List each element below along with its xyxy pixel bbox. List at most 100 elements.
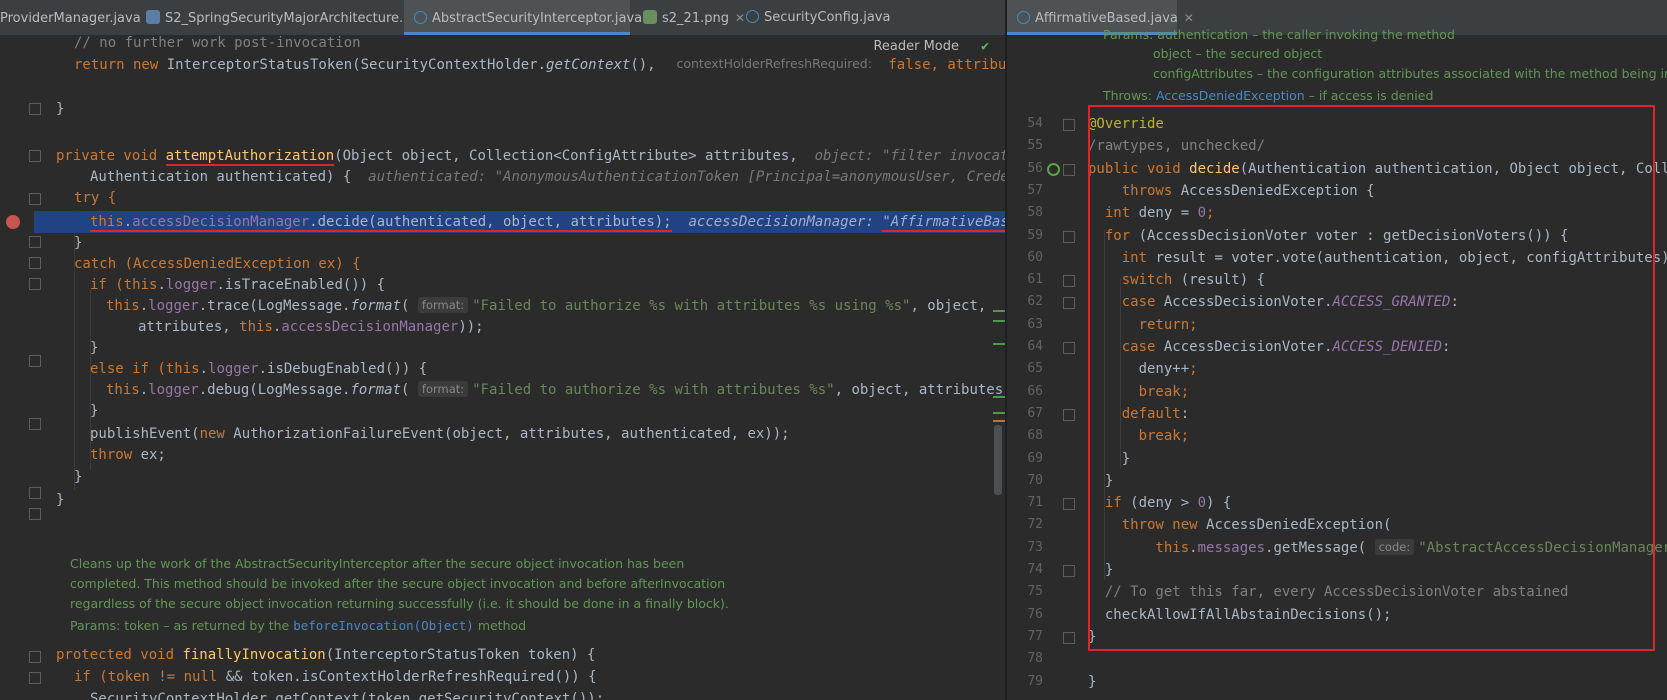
- tab-provider-manager[interactable]: ProviderManager.java✕: [0, 0, 157, 35]
- comment: // no further work post-invocation: [74, 35, 361, 51]
- line-number: 60: [1027, 249, 1043, 265]
- param-hint: contextHolderRefreshRequired:: [676, 56, 872, 71]
- code-token: int: [1088, 249, 1156, 266]
- javadoc-param: configAttributes – the configuration att…: [1153, 66, 1667, 81]
- fold-icon[interactable]: [29, 236, 41, 248]
- override-icon[interactable]: [1047, 162, 1060, 176]
- code-text: AuthorizationFailureEvent(object, attrib…: [233, 426, 790, 442]
- code-token: // To get this far, every AccessDecision…: [1088, 584, 1569, 601]
- fold-icon[interactable]: [1063, 297, 1075, 310]
- code-text: .: [139, 298, 149, 314]
- fold-icon[interactable]: [29, 418, 41, 430]
- fold-icon[interactable]: [1063, 565, 1075, 577]
- fold-icon[interactable]: [1063, 498, 1075, 511]
- javadoc-throws: Throws: AccessDeniedException – if acces…: [1103, 86, 1433, 106]
- field: logger: [165, 277, 217, 293]
- code-line: catch (AccessDeniedException ex) {: [74, 253, 361, 275]
- code-line: }: [90, 337, 98, 359]
- keyword: else if (: [90, 361, 166, 377]
- code-line: protected void finallyInvocation(Interce…: [56, 644, 595, 666]
- fold-icon[interactable]: [29, 103, 41, 115]
- tab-security-config[interactable]: SecurityConfig.java: [736, 0, 916, 35]
- doc-link[interactable]: AccessDeniedException: [1156, 88, 1305, 103]
- field: logger: [148, 382, 199, 398]
- code-line: /rawtypes, unchecked/: [1088, 135, 1265, 157]
- code-line: }: [1088, 671, 1096, 693]
- image-file-icon: [643, 10, 657, 24]
- tab-label: s2_21.png: [662, 11, 729, 26]
- code-text: , object, attributes));: [834, 382, 1005, 398]
- code-token: }: [1088, 562, 1114, 578]
- code-token: AccessDecisionVoter.: [1163, 294, 1333, 311]
- code-token: ACCESS_GRANTED: [1332, 294, 1451, 311]
- doc-link[interactable]: beforeInvocation(Object): [293, 618, 474, 633]
- javadoc-param: object – the secured object: [1153, 46, 1323, 61]
- code-token: }: [1088, 673, 1097, 690]
- fold-icon[interactable]: [29, 651, 41, 663]
- left-tab-bar: ProviderManager.java✕ S2_SpringSecurityM…: [0, 0, 1005, 36]
- fold-icon[interactable]: [29, 257, 41, 269]
- javadoc-line: Cleans up the work of the AbstractSecuri…: [70, 556, 685, 571]
- tab-s2-spring-security-md[interactable]: S2_SpringSecurityMajorArchitecture.md✕: [136, 0, 440, 35]
- fold-icon[interactable]: [29, 278, 41, 290]
- line-number: 73: [1027, 539, 1043, 555]
- code-text: (: [401, 382, 410, 398]
- line-number: 66: [1027, 383, 1043, 399]
- debug-hint: object: "filter invocation: [814, 148, 1005, 164]
- fold-icon[interactable]: [29, 150, 41, 162]
- doc-text: – if access is denied: [1304, 88, 1434, 103]
- fold-icon[interactable]: [1063, 408, 1075, 421]
- code-text: , object,: [910, 298, 987, 314]
- code-line: }: [74, 466, 82, 488]
- change-marker: [993, 320, 1005, 322]
- line-number: 58: [1027, 205, 1043, 221]
- tab-abstract-security-interceptor[interactable]: AbstractSecurityInterceptor.java✕: [404, 0, 658, 35]
- fold-icon[interactable]: [1063, 275, 1075, 288]
- code-text: .isDebugEnabled()) {: [258, 361, 428, 377]
- fold-icon[interactable]: [1063, 163, 1075, 176]
- line-number: 69: [1027, 450, 1043, 466]
- breakpoint-icon[interactable]: [6, 215, 20, 229]
- code-line: this.logger.debug(LogMessage.format( for…: [106, 379, 1005, 401]
- java-file-icon: [1017, 11, 1030, 24]
- field: logger: [148, 298, 199, 314]
- vertical-scrollbar[interactable]: [994, 425, 1002, 495]
- tab-s2-21-png[interactable]: s2_21.png ✕: [633, 0, 745, 35]
- code-token: checkAllowIfAllAbstainDecisions();: [1088, 606, 1392, 623]
- code-text: (: [401, 298, 410, 314]
- fold-icon[interactable]: [29, 508, 41, 520]
- doc-text: Params: token – as returned by the: [70, 618, 294, 633]
- fold-icon[interactable]: [29, 487, 41, 499]
- field: accessDecisionManager: [132, 214, 310, 230]
- code-line: throw ex;: [90, 444, 166, 466]
- code-line: if (deny > 0) {: [1088, 492, 1231, 514]
- code-token: }: [1088, 450, 1131, 467]
- code-text: getContext: [546, 57, 631, 73]
- close-icon[interactable]: ✕: [1184, 11, 1194, 25]
- code-token: .: [1189, 539, 1198, 556]
- keyword: this: [239, 319, 273, 335]
- code-line: try {: [74, 187, 116, 209]
- code-line: @Override: [1088, 113, 1164, 135]
- code-text: SecurityContextHolder.getContext(token.g…: [90, 691, 605, 700]
- fold-icon[interactable]: [29, 193, 41, 205]
- keyword: protected void: [56, 647, 183, 663]
- code-line: Authentication authenticated) { authenti…: [90, 166, 1005, 188]
- code-text: format: [350, 382, 402, 398]
- fold-icon[interactable]: [29, 672, 41, 684]
- code-token: if: [1088, 495, 1131, 512]
- keyword: if (token !=: [74, 669, 184, 685]
- code-token: switch: [1088, 272, 1181, 289]
- code-token: 0: [1197, 495, 1207, 512]
- fold-icon[interactable]: [29, 355, 41, 367]
- line-number: 76: [1027, 606, 1043, 622]
- fold-icon[interactable]: [1063, 342, 1075, 354]
- fold-icon[interactable]: [1063, 230, 1075, 243]
- fold-icon[interactable]: [1063, 119, 1075, 131]
- param-hint: format:: [417, 297, 469, 313]
- tab-label: SecurityConfig.java: [764, 10, 891, 25]
- code-token: result = voter.vote(authentication, obje…: [1155, 249, 1667, 266]
- fold-icon[interactable]: [1063, 631, 1075, 644]
- keyword: if (: [90, 277, 124, 293]
- keyword: null: [183, 669, 226, 685]
